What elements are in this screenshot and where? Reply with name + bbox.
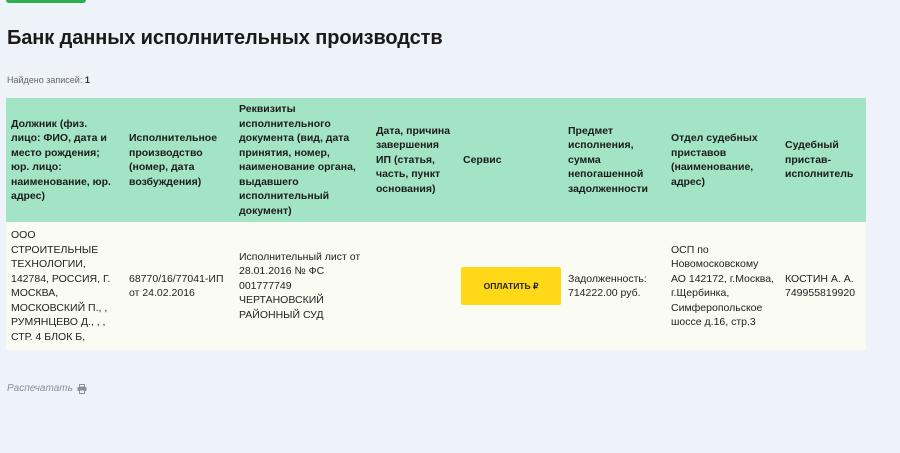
cell-debtor: ООО СТРОИТЕЛЬНЫЕ ТЕХНОЛОГИИ, 142784, РОС… bbox=[6, 222, 124, 350]
page-title: Банк данных исполнительных производств bbox=[7, 27, 443, 49]
table-header-row: Должник (физ. лицо: ФИО, дата и место ро… bbox=[6, 98, 866, 222]
header-proceeding: Исполнительное производство (номер, дата… bbox=[124, 98, 234, 222]
cell-proceeding: 68770/16/77041-ИП от 24.02.2016 bbox=[124, 222, 234, 350]
cell-completion bbox=[371, 222, 458, 350]
print-link[interactable]: Распечатать bbox=[7, 383, 87, 394]
top-accent-bar bbox=[6, 0, 86, 3]
header-department: Отдел судебных приставов (наименование, … bbox=[666, 98, 780, 222]
records-found: Найдено записей: 1 bbox=[7, 75, 90, 85]
print-label: Распечатать bbox=[7, 383, 73, 394]
cell-subject: Задолженность: 714222.00 руб. bbox=[563, 222, 666, 350]
cell-document: Исполнительный лист от 28.01.2016 № ФС 0… bbox=[234, 222, 371, 350]
header-document: Реквизиты исполнительного документа (вид… bbox=[234, 98, 371, 222]
header-service: Сервис bbox=[458, 98, 563, 222]
header-bailiff: Судебный пристав-исполнитель bbox=[780, 98, 866, 222]
cell-department: ОСП по Новомосковскому АО 142172, г.Моск… bbox=[666, 222, 780, 350]
cell-bailiff: КОСТИН А. А. 749955819920 bbox=[780, 222, 866, 350]
printer-icon bbox=[77, 383, 87, 394]
records-found-label: Найдено записей: bbox=[7, 75, 83, 85]
results-table: Должник (физ. лицо: ФИО, дата и место ро… bbox=[6, 98, 866, 350]
table-row: ООО СТРОИТЕЛЬНЫЕ ТЕХНОЛОГИИ, 142784, РОС… bbox=[6, 222, 866, 350]
cell-service: ОПЛАТИТЬ ₽ bbox=[458, 222, 563, 350]
header-debtor: Должник (физ. лицо: ФИО, дата и место ро… bbox=[6, 98, 124, 222]
header-completion: Дата, причина завершения ИП (статья, час… bbox=[371, 98, 458, 222]
records-found-count: 1 bbox=[84, 75, 90, 85]
header-subject: Предмет исполнения, сумма непогашенной з… bbox=[563, 98, 666, 222]
pay-button[interactable]: ОПЛАТИТЬ ₽ bbox=[461, 267, 561, 305]
